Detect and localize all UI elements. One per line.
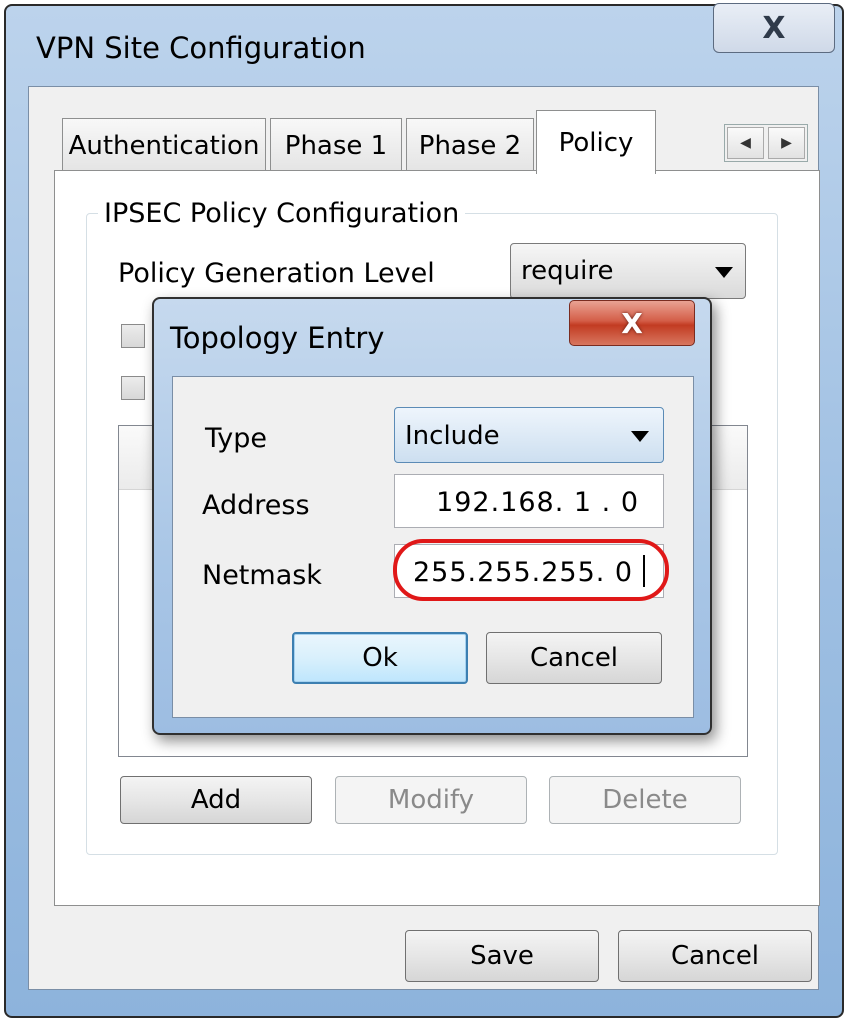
chevron-down-icon — [715, 267, 733, 278]
type-select[interactable]: Include — [394, 407, 664, 463]
tab-phase-2[interactable]: Phase 2 — [406, 118, 534, 172]
ok-button[interactable]: Ok — [292, 632, 468, 684]
policy-checkbox-1[interactable] — [121, 324, 145, 348]
topology-dialog-title: Topology Entry — [170, 321, 385, 355]
topology-cancel-button[interactable]: Cancel — [486, 632, 662, 684]
close-icon: X — [621, 306, 643, 340]
ipsec-policy-group-title: IPSEC Policy Configuration — [98, 200, 466, 227]
tab-scroll-arrows: ◀ ▶ — [724, 124, 808, 162]
policy-checkbox-2[interactable] — [121, 376, 145, 400]
tab-scroll-left-icon[interactable]: ◀ — [727, 127, 764, 159]
window-close-button[interactable]: X — [713, 3, 835, 53]
cancel-button[interactable]: Cancel — [618, 930, 812, 982]
chevron-down-icon — [631, 431, 649, 442]
netmask-highlight-ring — [393, 539, 669, 601]
window-title: VPN Site Configuration — [36, 31, 366, 65]
address-input[interactable]: 192.168. 1 . 0 — [394, 474, 664, 528]
modify-button[interactable]: Modify — [335, 776, 527, 824]
type-label: Type — [205, 423, 268, 454]
policy-generation-select[interactable]: require — [510, 243, 746, 299]
address-label: Address — [202, 490, 310, 521]
save-button[interactable]: Save — [405, 930, 599, 982]
tab-policy[interactable]: Policy — [536, 110, 656, 174]
type-value: Include — [405, 421, 500, 451]
policy-generation-value: require — [521, 256, 614, 286]
netmask-label: Netmask — [202, 560, 322, 591]
close-icon: X — [762, 10, 786, 46]
add-button[interactable]: Add — [120, 776, 312, 824]
address-value: 192.168. 1 . 0 — [436, 487, 639, 518]
tab-authentication[interactable]: Authentication — [62, 118, 266, 172]
delete-button[interactable]: Delete — [549, 776, 741, 824]
policy-generation-label: Policy Generation Level — [118, 258, 435, 289]
tab-phase-1[interactable]: Phase 1 — [270, 118, 402, 172]
tab-scroll-right-icon[interactable]: ▶ — [768, 127, 805, 159]
topology-dialog-close-button[interactable]: X — [569, 300, 695, 346]
